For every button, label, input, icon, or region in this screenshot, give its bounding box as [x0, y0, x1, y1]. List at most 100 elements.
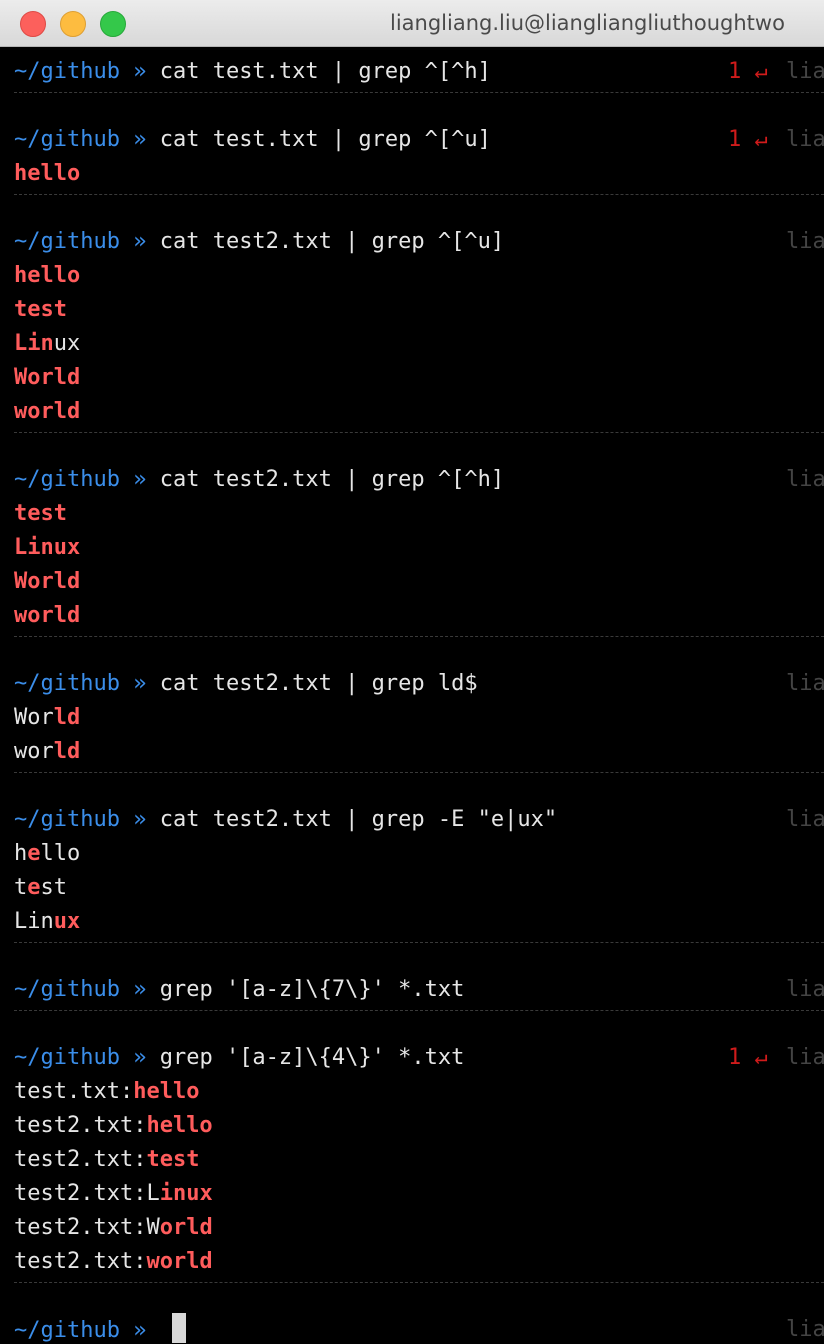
right-prompt: lia: [786, 977, 824, 1002]
right-prompt: lia: [786, 671, 824, 696]
prompt-separator: »: [133, 229, 147, 254]
output-text: test2.txt:: [14, 1249, 147, 1274]
output-line: test: [14, 871, 67, 905]
command-text: grep '[a-z]\{7\}' *.txt: [159, 977, 465, 1002]
output-text: h: [14, 841, 28, 866]
prompt-separator: »: [133, 59, 147, 84]
command-text: cat test2.txt | grep ^[^h]: [159, 467, 505, 492]
prompt-path: ~/github: [14, 807, 120, 832]
terminal-output[interactable]: ~/github » cat test.txt | grep ^[^h] 1 ↵ l…: [0, 47, 824, 1344]
separator-rule: [14, 772, 824, 773]
prompt-line: ~/github » grep '[a-z]\{4\}' *.txt: [14, 1041, 464, 1075]
prompt-line: ~/github » cat test2.txt | grep ld$: [14, 667, 478, 701]
command-text: cat test.txt | grep ^[^h]: [159, 59, 491, 84]
output-line: hello: [14, 259, 80, 293]
separator-rule: [14, 1010, 824, 1011]
prompt-separator: »: [133, 671, 147, 696]
match-highlight: inux: [159, 1181, 213, 1206]
match-highlight: ux: [53, 909, 81, 934]
prompt-separator: »: [133, 1045, 147, 1070]
match-highlight: ld: [53, 705, 81, 730]
right-prompt: lia: [786, 1317, 824, 1342]
right-prompt: lia: [786, 467, 824, 492]
output-line: world: [14, 735, 80, 769]
right-prompt: lia: [786, 59, 824, 84]
prompt-path: ~/github: [14, 229, 120, 254]
output-text: test.txt:: [14, 1079, 134, 1104]
output-line: world: [14, 599, 80, 633]
text-cursor: [171, 1313, 186, 1343]
prompt-separator: »: [133, 127, 147, 152]
output-text: llo: [40, 841, 81, 866]
right-prompt: lia: [786, 807, 824, 832]
match-highlight: Linux: [14, 535, 81, 560]
match-highlight: world: [14, 603, 81, 628]
match-highlight: hello: [146, 1113, 213, 1138]
match-highlight: hello: [14, 161, 81, 186]
match-highlight: world: [14, 399, 81, 424]
command-text: cat test2.txt | grep ^[^u]: [159, 229, 505, 254]
prompt-line: ~/github » cat test2.txt | grep ^[^u]: [14, 225, 504, 259]
prompt-line: ~/github »: [14, 1313, 186, 1344]
prompt-separator: »: [133, 1318, 147, 1343]
prompt-path: ~/github: [14, 977, 120, 1002]
command-text: cat test2.txt | grep ld$: [159, 671, 478, 696]
output-line: hello: [14, 157, 80, 191]
prompt-separator: »: [133, 807, 147, 832]
match-highlight: Lin: [14, 331, 54, 356]
separator-rule: [14, 194, 824, 195]
right-prompt: lia: [786, 1045, 824, 1070]
minimize-window-button[interactable]: [60, 11, 86, 37]
output-line: Linux: [14, 327, 80, 361]
match-highlight: hello: [133, 1079, 200, 1104]
output-line: world: [14, 395, 80, 429]
output-line: World: [14, 701, 80, 735]
match-highlight: orld: [159, 1215, 213, 1240]
zoom-window-button[interactable]: [100, 11, 126, 37]
output-text: Lin: [14, 909, 54, 934]
output-text: t: [14, 875, 28, 900]
prompt-line: ~/github » cat test.txt | grep ^[^h]: [14, 55, 491, 89]
output-text: Wor: [14, 705, 54, 730]
output-line: test.txt:hello: [14, 1075, 199, 1109]
output-line: test: [14, 497, 67, 531]
window-title: liangliang.liu@liangliangliuthoughtwo: [390, 11, 785, 35]
output-line: test2.txt:test: [14, 1143, 199, 1177]
right-prompt: lia: [786, 229, 824, 254]
separator-rule: [14, 636, 824, 637]
match-highlight: test: [146, 1147, 200, 1172]
output-line: World: [14, 361, 80, 395]
command-text: grep '[a-z]\{4\}' *.txt: [159, 1045, 465, 1070]
output-text: test2.txt:: [14, 1113, 147, 1138]
output-text: st: [40, 875, 68, 900]
exit-status: 1 ↵: [728, 59, 768, 84]
match-highlight: World: [14, 365, 81, 390]
match-highlight: test: [14, 501, 67, 526]
output-line: hello: [14, 837, 80, 871]
exit-status: 1 ↵: [728, 127, 768, 152]
prompt-path: ~/github: [14, 1318, 120, 1343]
match-highlight: hello: [14, 263, 81, 288]
prompt-path: ~/github: [14, 59, 120, 84]
match-highlight: e: [27, 875, 41, 900]
output-line: Linux: [14, 905, 80, 939]
prompt-path: ~/github: [14, 1045, 120, 1070]
prompt-separator: »: [133, 977, 147, 1002]
match-highlight: e: [27, 841, 41, 866]
match-highlight: ld: [53, 739, 81, 764]
command-text: cat test2.txt | grep -E "e|ux": [159, 807, 558, 832]
exit-status: 1 ↵: [728, 1045, 768, 1070]
output-line: test2.txt:Linux: [14, 1177, 213, 1211]
separator-rule: [14, 92, 824, 93]
prompt-path: ~/github: [14, 127, 120, 152]
prompt-line: ~/github » cat test.txt | grep ^[^u]: [14, 123, 491, 157]
output-text: test2.txt:L: [14, 1181, 160, 1206]
output-line: World: [14, 565, 80, 599]
close-window-button[interactable]: [20, 11, 46, 37]
output-text: ux: [53, 331, 81, 356]
command-text: cat test.txt | grep ^[^u]: [159, 127, 491, 152]
output-line: Linux: [14, 531, 80, 565]
output-text: test2.txt:W: [14, 1215, 160, 1240]
window-titlebar: liangliang.liu@liangliangliuthoughtwo: [0, 0, 824, 47]
right-prompt: lia: [786, 127, 824, 152]
